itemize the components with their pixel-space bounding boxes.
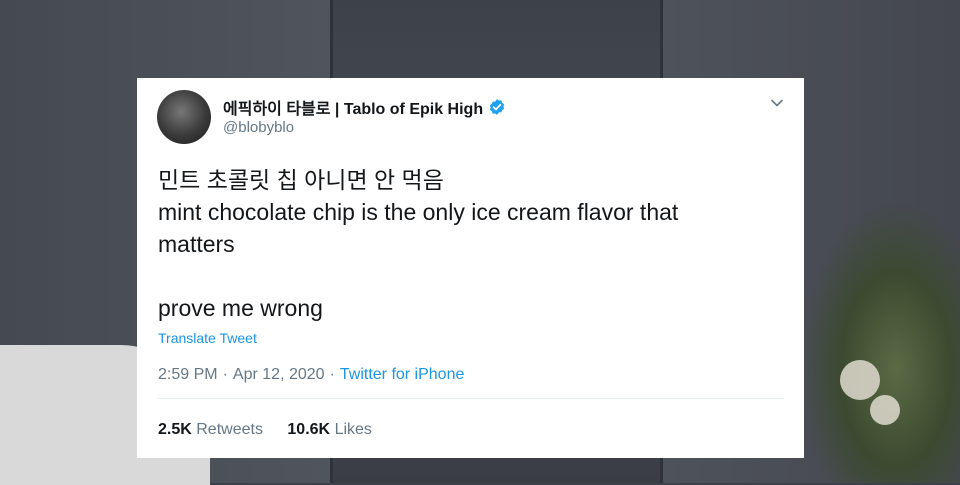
display-name[interactable]: 에픽하이 타블로 | Tablo of Epik High — [223, 95, 483, 119]
retweets-label: Retweets — [196, 421, 263, 438]
tweet-text-line: prove me wrong — [158, 295, 323, 321]
background-plant — [800, 200, 960, 483]
retweets-count: 2.5K — [158, 421, 192, 438]
retweets-stat[interactable]: 2.5K Retweets — [158, 421, 263, 438]
tweet-metadata: 2:59 PM · Apr 12, 2020 · Twitter for iPhone — [158, 366, 464, 384]
tweet-text: 민트 초콜릿 칩 아니면 안 먹음 mint chocolate chip is… — [158, 164, 778, 324]
tweet-text-line: 민트 초콜릿 칩 아니면 안 먹음 — [158, 167, 444, 193]
tweet-time[interactable]: 2:59 PM — [158, 366, 218, 383]
divider — [158, 398, 784, 399]
separator: · — [222, 366, 228, 383]
tweet-text-line: matters — [158, 231, 235, 257]
tweet-text-line: mint chocolate chip is the only ice crea… — [158, 199, 679, 225]
background-flower — [870, 395, 900, 425]
avatar[interactable] — [157, 90, 211, 144]
tweet-date[interactable]: Apr 12, 2020 — [233, 366, 325, 383]
background-flower — [840, 360, 880, 400]
chevron-down-icon[interactable] — [770, 96, 784, 110]
tweet-source-link[interactable]: Twitter for iPhone — [340, 366, 465, 383]
user-handle[interactable]: @blobyblo — [223, 119, 294, 136]
translate-tweet-link[interactable]: Translate Tweet — [158, 330, 257, 346]
author-name-row[interactable]: 에픽하이 타블로 | Tablo of Epik High — [223, 95, 506, 119]
likes-stat[interactable]: 10.6K Likes — [287, 421, 372, 438]
likes-count: 10.6K — [287, 421, 331, 438]
tweet-text-blank-line — [158, 260, 778, 292]
verified-badge-icon — [489, 99, 505, 115]
separator: · — [329, 366, 335, 383]
tweet-card: 에픽하이 타블로 | Tablo of Epik High @blobyblo … — [137, 78, 804, 458]
likes-label: Likes — [334, 421, 372, 438]
tweet-stats: 2.5K Retweets 10.6K Likes — [158, 421, 372, 439]
